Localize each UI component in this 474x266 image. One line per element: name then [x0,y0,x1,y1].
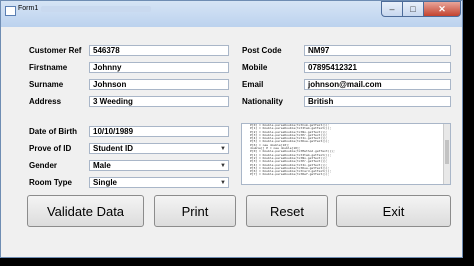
form-client-area: Customer Ref 546378 Firstname Johnny Sur… [6,28,457,254]
chevron-down-icon[interactable]: ▼ [220,179,226,187]
exit-button[interactable]: Exit [336,195,451,227]
output-textarea[interactable]: P[0] = Double.parseDouble(txtCom.getText… [241,123,451,185]
print-button[interactable]: Print [154,195,236,227]
room-type-value: Single [93,178,118,187]
close-button[interactable]: ✕ [423,1,461,17]
maximize-button[interactable]: □ [402,1,424,17]
vertical-scrollbar[interactable] [443,124,450,184]
address-input[interactable]: 3 Weeding [89,96,229,107]
nationality-input[interactable]: British [304,96,451,107]
output-lines: P[0] = Double.parseDouble(txtCom.getText… [242,124,450,177]
customer-ref-label: Customer Ref [29,46,82,55]
post-code-label: Post Code [242,46,282,55]
scrollbar-thumb[interactable] [445,140,449,164]
address-label: Address [29,97,62,106]
room-type-dropdown[interactable]: Single ▼ [89,177,229,188]
faded-title-text [41,6,151,12]
date-of-birth-label: Date of Birth [29,127,77,136]
minimize-button[interactable]: – [381,1,403,17]
validate-data-button[interactable]: Validate Data [27,195,144,227]
post-code-input[interactable]: NM97 [304,45,451,56]
gender-dropdown[interactable]: Male ▼ [89,160,229,171]
email-input[interactable]: johnson@mail.com [304,79,451,90]
app-icon [5,6,16,16]
firstname-input[interactable]: Johnny [89,62,229,73]
title-bar[interactable]: Form1 – □ ✕ [1,1,462,27]
prove-of-id-dropdown[interactable]: Student ID ▼ [89,143,229,154]
email-label: Email [242,80,264,89]
surname-input[interactable]: Johnson [89,79,229,90]
window-title: Form1 [18,5,39,12]
chevron-down-icon[interactable]: ▼ [220,145,226,153]
app-window: Form1 – □ ✕ Customer Ref 546378 Firstnam… [0,0,463,258]
reset-button[interactable]: Reset [246,195,328,227]
output-line: P[7] = Double.parseDouble(txtRef.getText… [250,172,330,177]
prove-of-id-label: Prove of ID [29,144,72,153]
gender-value: Male [93,161,111,170]
nationality-label: Nationality [242,97,283,106]
mobile-input[interactable]: 07895412321 [304,62,451,73]
room-type-label: Room Type [29,178,72,187]
gender-label: Gender [29,161,58,170]
firstname-label: Firstname [29,63,68,72]
date-of-birth-input[interactable]: 10/10/1989 [89,126,229,137]
customer-ref-input[interactable]: 546378 [89,45,229,56]
mobile-label: Mobile [242,63,268,72]
surname-label: Surname [29,80,64,89]
chevron-down-icon[interactable]: ▼ [220,162,226,170]
prove-of-id-value: Student ID [93,144,133,153]
